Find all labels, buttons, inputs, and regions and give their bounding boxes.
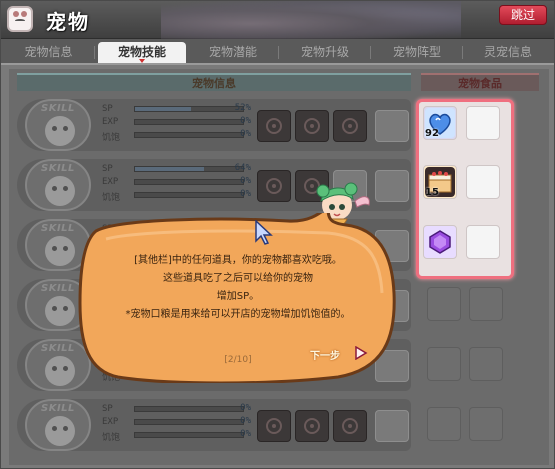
sp-percent: 64% <box>234 163 251 173</box>
pet-window: 宠物 跳过 宠物信息 宠物技能 宠物潜能 宠物升级 宠物阵型 灵宠信息 宠物信息… <box>0 0 555 469</box>
skill-slot[interactable] <box>295 410 329 442</box>
skill-icon <box>304 118 320 134</box>
hunger-percent: 0% <box>240 429 251 439</box>
food-slot-dim <box>469 347 503 381</box>
tab-pet-skill[interactable]: 宠物技能 <box>98 42 186 63</box>
hunger-label: 饥饱 <box>102 193 121 203</box>
dialog-line-3: 增加SP。 <box>216 291 260 302</box>
exp-percent: 0% <box>240 176 251 186</box>
pet-face-icon <box>45 116 75 146</box>
next-step-button[interactable]: 下一步 <box>310 347 340 362</box>
skill-icon <box>304 418 320 434</box>
next-arrow-icon[interactable] <box>354 346 368 360</box>
food-count: 15 <box>425 187 439 198</box>
skill-icon <box>266 418 282 434</box>
title-decoration <box>161 1 461 39</box>
skill-icon <box>266 178 282 194</box>
pet-food-header: 宠物食品 <box>421 73 539 91</box>
hunger-label: 饥饱 <box>102 133 121 143</box>
tab-spirit-pet-info[interactable]: 灵宠信息 <box>464 42 552 63</box>
pet-avatar-badge[interactable]: SKILL <box>25 399 91 451</box>
tab-pet-info[interactable]: 宠物信息 <box>6 42 91 63</box>
pet-row[interactable]: SKILL SP EXP 饥饱 0% 0% 0% <box>17 399 411 451</box>
pet-food-panel: 92 15 <box>416 99 514 279</box>
pet-avatar-badge[interactable]: SKILL <box>25 99 91 151</box>
food-slot-1[interactable]: 92 <box>423 106 457 140</box>
skill-badge-label: SKILL <box>41 343 75 354</box>
hunger-percent: 0% <box>240 129 251 139</box>
sp-bar-fill <box>135 167 205 171</box>
pet-row[interactable]: SKILL SP EXP 饥饱 52% 0% 0% <box>17 99 411 151</box>
food-slot-dim <box>469 287 503 321</box>
hunger-percent: 0% <box>240 189 251 199</box>
skill-icon <box>266 118 282 134</box>
tab-pet-potential[interactable]: 宠物潜能 <box>189 42 277 63</box>
pet-face-icon <box>45 236 75 266</box>
food-slot-dim <box>469 407 503 441</box>
pet-info-header: 宠物信息 <box>17 73 411 91</box>
skill-slot[interactable] <box>295 110 329 142</box>
exp-label: EXP <box>102 177 119 187</box>
sp-label: SP <box>102 104 113 114</box>
sp-percent: 0% <box>240 403 251 413</box>
skill-badge-label: SKILL <box>41 223 75 234</box>
skill-slot[interactable] <box>375 110 409 142</box>
pet-face-icon <box>45 416 75 446</box>
food-count: 92 <box>425 128 439 139</box>
skill-slot[interactable] <box>257 410 291 442</box>
tutorial-dialog: [其他栏]中的任何道具，你的宠物都喜欢吃哦。 这些道具吃了之后可以给你的宠物 增… <box>78 213 398 383</box>
purple-gem-icon <box>425 227 455 257</box>
mouse-cursor-icon <box>255 220 273 245</box>
exp-percent: 0% <box>240 116 251 126</box>
dialog-page-indicator: [2/10] <box>224 355 252 365</box>
pet-avatar-badge[interactable]: SKILL <box>25 159 91 211</box>
sp-percent: 52% <box>234 103 251 113</box>
skill-badge-label: SKILL <box>41 103 75 114</box>
pet-face-icon <box>45 176 75 206</box>
tab-pet-upgrade[interactable]: 宠物升级 <box>281 42 369 63</box>
skill-slot[interactable] <box>333 110 367 142</box>
pet-face-icon <box>45 356 75 386</box>
skill-icon <box>342 418 358 434</box>
food-slot-dim <box>427 407 461 441</box>
sp-label: SP <box>102 404 113 414</box>
food-slot-2[interactable] <box>466 106 500 140</box>
food-slot-6[interactable] <box>466 225 500 259</box>
food-slot-3[interactable]: 15 <box>423 165 457 199</box>
tab-bar: 宠物信息 宠物技能 宠物潜能 宠物升级 宠物阵型 灵宠信息 <box>1 39 554 65</box>
dialog-line-2: 这些道具吃了之后可以给你的宠物 <box>163 273 313 284</box>
exp-percent: 0% <box>240 416 251 426</box>
skill-slot[interactable] <box>333 410 367 442</box>
skill-badge-label: SKILL <box>41 163 75 174</box>
skill-slot[interactable] <box>375 170 409 202</box>
skill-slot[interactable] <box>375 410 409 442</box>
skill-slot[interactable] <box>257 110 291 142</box>
pet-app-icon <box>7 6 33 32</box>
skip-button[interactable]: 跳过 <box>499 5 547 25</box>
exp-label: EXP <box>102 417 119 427</box>
sp-bar-fill <box>135 107 192 111</box>
dialog-line-1: [其他栏]中的任何道具，你的宠物都喜欢吃哦。 <box>134 255 342 266</box>
skill-icon <box>342 118 358 134</box>
food-slot-4[interactable] <box>466 165 500 199</box>
pet-face-icon <box>45 296 75 326</box>
window-title: 宠物 <box>46 10 90 34</box>
food-slot-dim <box>427 287 461 321</box>
food-slot-dim <box>427 347 461 381</box>
food-slot-5[interactable] <box>423 225 457 259</box>
exp-label: EXP <box>102 117 119 127</box>
sp-label: SP <box>102 164 113 174</box>
skill-badge-label: SKILL <box>41 403 75 414</box>
skill-badge-label: SKILL <box>41 283 75 294</box>
title-bar: 宠物 跳过 <box>1 1 554 39</box>
dialog-line-4: *宠物口粮是用来给可以开店的宠物增加饥饱值的。 <box>125 309 351 320</box>
tab-pet-formation[interactable]: 宠物阵型 <box>373 42 461 63</box>
skill-slot[interactable] <box>257 170 291 202</box>
hunger-label: 饥饱 <box>102 433 121 443</box>
